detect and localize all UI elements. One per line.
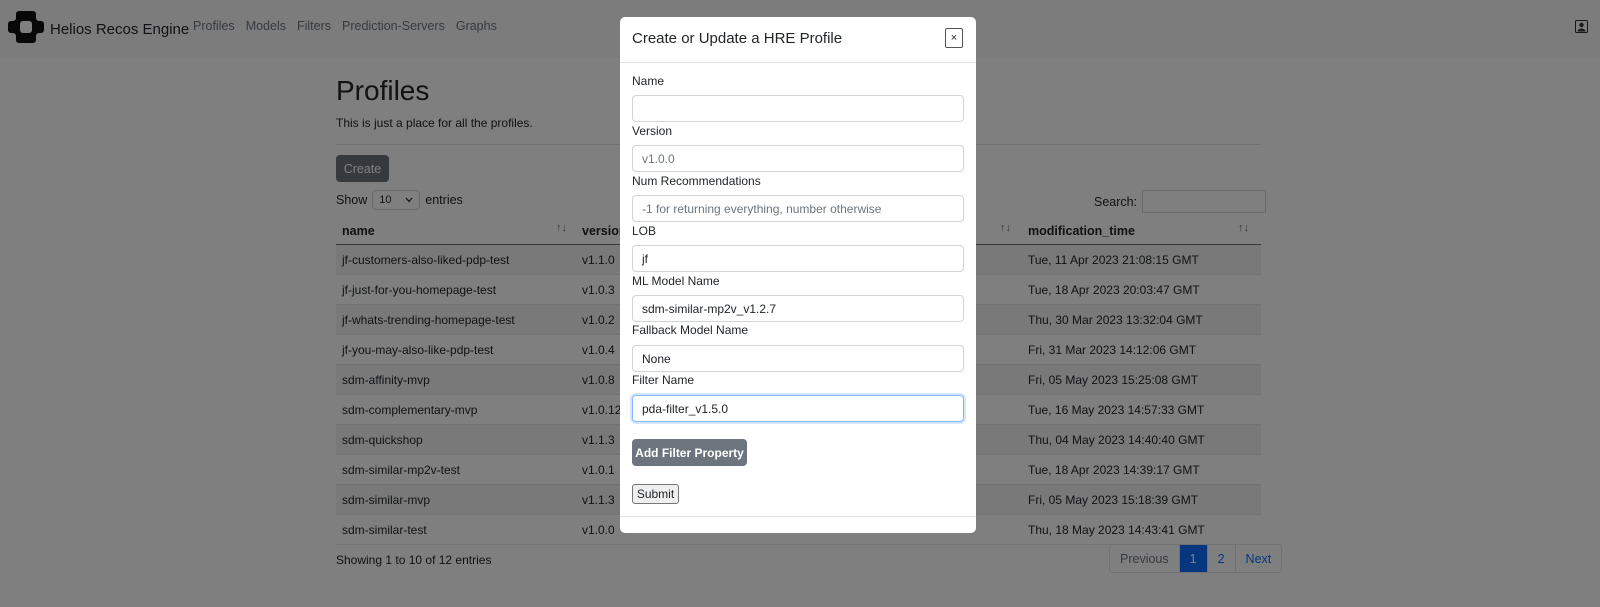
name-label: Name bbox=[632, 74, 665, 88]
modal-footer-divider bbox=[620, 516, 976, 517]
modal-title: Create or Update a HRE Profile bbox=[632, 30, 843, 47]
lob-label: LOB bbox=[632, 224, 657, 238]
lob-input[interactable]: jf bbox=[632, 245, 964, 272]
num-recommendations-input[interactable]: -1 for returning everything, number othe… bbox=[632, 195, 964, 222]
fallback-model-name-input[interactable]: None bbox=[632, 345, 964, 372]
modal-header: Create or Update a HRE Profile × bbox=[620, 17, 976, 63]
num-recommendations-label: Num Recommendations bbox=[632, 174, 761, 188]
close-icon: × bbox=[950, 32, 958, 44]
version-label: Version bbox=[632, 124, 673, 138]
submit-button[interactable]: Submit bbox=[632, 484, 679, 504]
fallback-model-name-label: Fallback Model Name bbox=[632, 323, 749, 337]
name-input[interactable] bbox=[632, 95, 964, 122]
ml-model-name-input[interactable]: sdm-similar-mp2v_v1.2.7 bbox=[632, 295, 964, 322]
ml-model-name-label: ML Model Name bbox=[632, 274, 720, 288]
add-filter-property-button[interactable]: Add Filter Property bbox=[632, 439, 747, 466]
version-input[interactable]: v1.0.0 bbox=[632, 145, 964, 172]
filter-name-input[interactable]: pda-filter_v1.5.0 bbox=[632, 395, 964, 422]
profile-modal: Create or Update a HRE Profile × Name Ve… bbox=[620, 17, 976, 533]
filter-name-label: Filter Name bbox=[632, 373, 695, 387]
close-button[interactable]: × bbox=[945, 28, 963, 48]
